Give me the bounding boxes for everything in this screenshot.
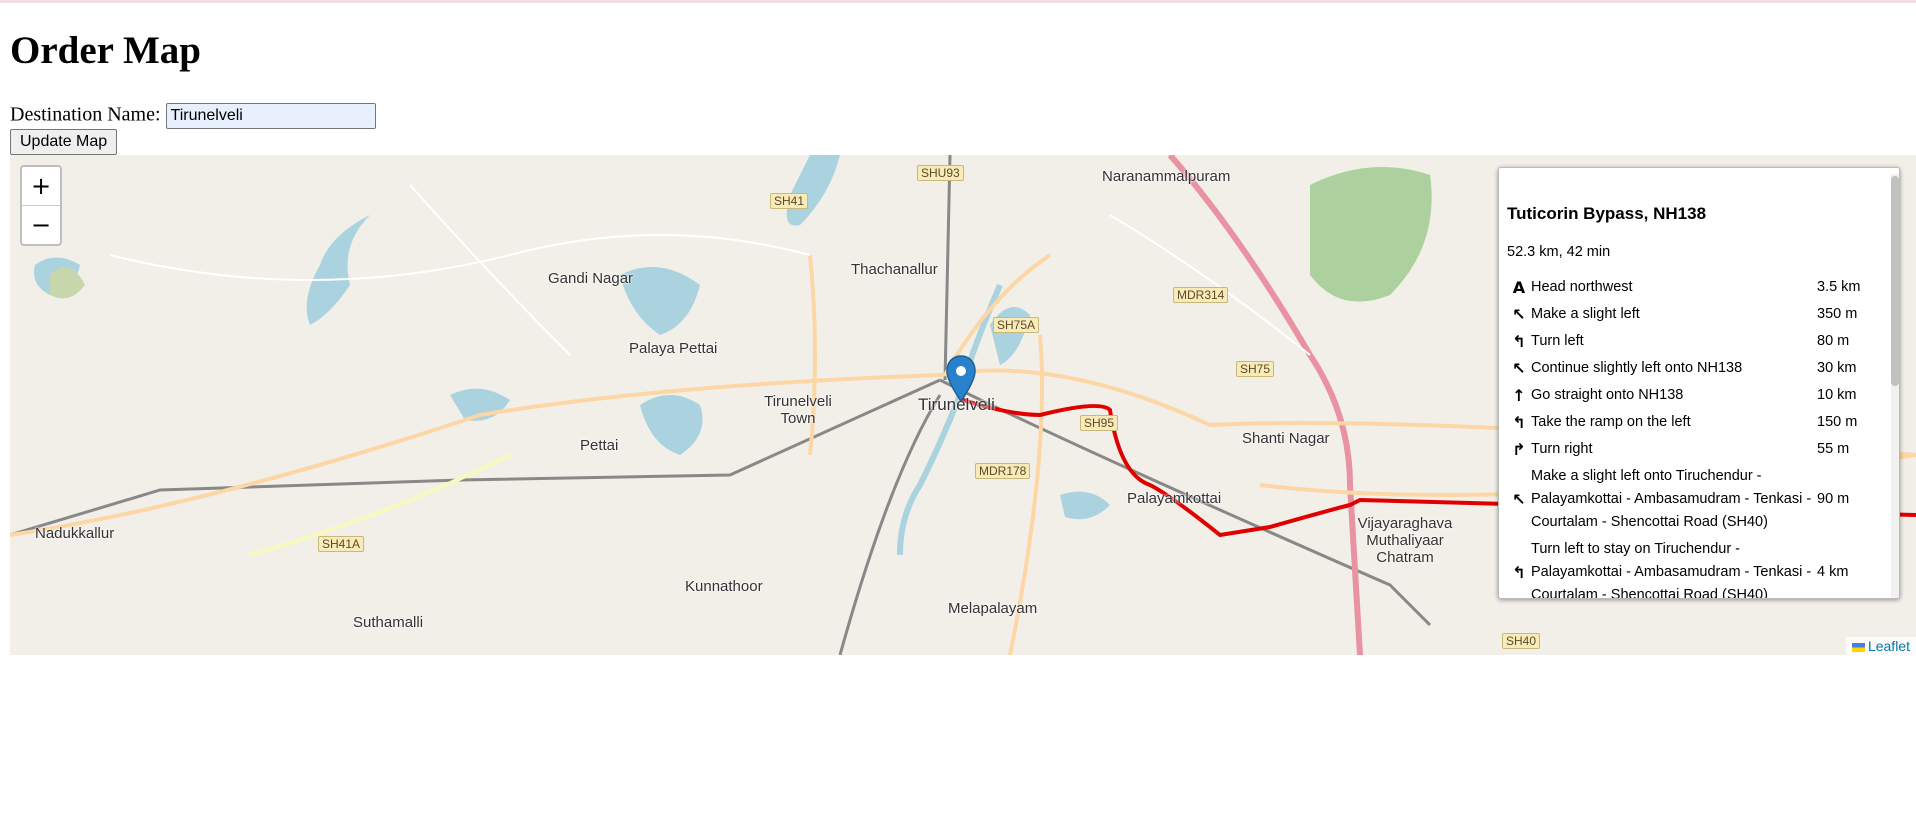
destination-label: Destination Name: [10,103,161,126]
map-attribution[interactable]: Leaflet [1845,637,1916,655]
map-label-vijayaraghava: Vijayaraghava Muthaliyaar Chatram [1357,515,1453,566]
direction-step-distance: 3.5 km [1817,279,1861,295]
road-shield: SH41 [770,193,809,209]
direction-step[interactable]: ↖ Continue slightly left onto NH138 30 km [1507,355,1877,382]
direction-step[interactable]: ↰ Take the ramp on the left 150 m [1507,409,1877,436]
direction-step-distance: 55 m [1817,441,1850,457]
map-label-palaya-pettai: Palaya Pettai [629,340,718,357]
zoom-in-button[interactable]: + [22,167,60,205]
direction-step-text: Take the ramp on the left [1531,414,1691,430]
page-title: Order Map [10,29,202,72]
route-name: Tuticorin Bypass, NH138 [1507,204,1707,223]
map-label-melapalayam: Melapalayam [948,600,1038,617]
turn-right-icon: ↱ [1512,440,1526,459]
road-shield: SHU93 [917,165,964,181]
direction-step-distance: 10 km [1817,387,1857,403]
direction-step-text: Turn left to stay on Tiruchendur - Palay… [1531,541,1812,599]
depart-icon: A [1512,278,1526,297]
direction-step-distance: 4 km [1817,564,1849,580]
slight-left-icon: ↖ [1512,359,1526,378]
direction-step-text: Go straight onto NH138 [1531,387,1684,403]
scrollbar-thumb[interactable] [1891,176,1899,386]
slight-left-icon: ↖ [1512,490,1526,509]
road-shield: SH40 [1502,633,1541,649]
straight-icon: ↑ [1512,386,1526,405]
panel-scrollbar[interactable] [1891,174,1899,598]
direction-step[interactable]: ↖ Make a slight left onto Tiruchendur - P… [1507,463,1877,536]
direction-step-distance: 350 m [1817,306,1858,322]
direction-step-distance: 150 m [1817,414,1858,430]
zoom-out-button[interactable]: − [22,205,60,244]
road-shield: SH75A [993,317,1040,333]
map-label-pettai: Pettai [580,437,619,454]
road-shield: SH75 [1236,361,1275,377]
direction-step-distance: 30 km [1817,360,1857,376]
direction-step-text: Head northwest [1531,279,1633,295]
zoom-control: + − [20,165,62,246]
road-shield: MDR314 [1173,287,1229,303]
map-label-gandi-nagar: Gandi Nagar [548,270,634,287]
road-shield: SH41A [318,536,365,552]
slight-left-icon: ↖ [1512,305,1526,324]
ukraine-flag-icon [1851,642,1865,652]
direction-step[interactable]: A Head northwest 3.5 km [1507,274,1877,301]
turn-left-icon: ↰ [1512,563,1526,582]
direction-step-text: Turn right [1531,441,1593,457]
turn-left-icon: ↰ [1512,332,1526,351]
map-label-palayamkottai: Palayamkottai [1127,490,1222,507]
directions-panel: Tuticorin Bypass, NH138 52.3 km, 42 min … [1498,167,1900,599]
destination-row: Destination Name: [10,103,376,129]
direction-step-text: Turn left [1531,333,1584,349]
direction-step-text: Make a slight left onto Tiruchendur - Pa… [1531,468,1812,530]
map-container[interactable]: + − Naranammalpuram Thachanallur Gandi N… [10,155,1916,655]
road-shield: SH95 [1080,415,1119,431]
location-marker-icon[interactable] [946,355,976,403]
direction-step[interactable]: ↰ Turn left 80 m [1507,328,1877,355]
direction-step[interactable]: ↖ Make a slight left 350 m [1507,301,1877,328]
route-summary: 52.3 km, 42 min [1507,244,1611,260]
map-label-kunnathoor: Kunnathoor [685,578,763,595]
direction-step[interactable]: ↑ Go straight onto NH138 10 km [1507,382,1877,409]
direction-step[interactable]: ↰ Turn left to stay on Tiruchendur - Pala… [1507,536,1877,599]
update-map-button[interactable]: Update Map [10,129,118,155]
direction-step-text: Make a slight left [1531,306,1640,322]
map-label-thachanallur: Thachanallur [851,261,938,278]
direction-step[interactable]: ↱ Turn right 55 m [1507,436,1877,463]
map-label-shanti-nagar: Shanti Nagar [1242,430,1330,447]
map-label-suthamalli: Suthamalli [353,614,424,631]
attribution-link[interactable]: Leaflet [1868,638,1910,654]
road-shield: MDR178 [975,463,1031,479]
map-label-naranammalpuram: Naranammalpuram [1102,168,1231,185]
direction-step-text: Continue slightly left onto NH138 [1531,360,1743,376]
direction-step-distance: 90 m [1817,491,1850,507]
turn-left-icon: ↰ [1512,413,1526,432]
map-label-nadukkallur: Nadukkallur [35,525,115,542]
direction-step-distance: 80 m [1817,333,1850,349]
map-label-tirunelveli-town: Tirunelveli Town [764,393,832,427]
directions-table: A Head northwest 3.5 km ↖ Make a slight left… [1507,274,1877,599]
destination-input[interactable] [165,103,376,129]
